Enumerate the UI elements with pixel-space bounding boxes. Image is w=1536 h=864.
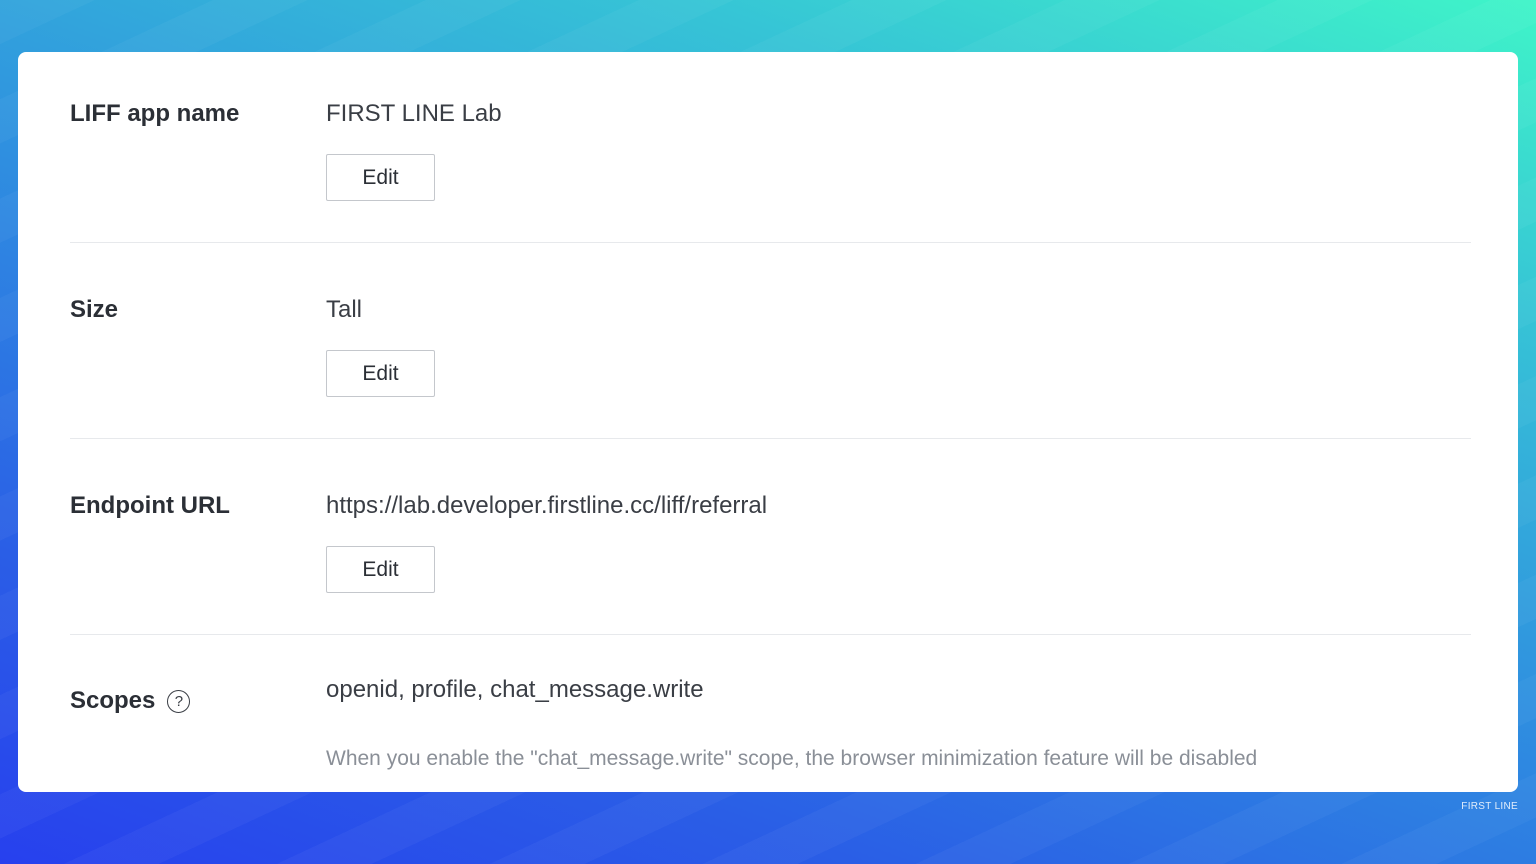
section-endpoint-url: Endpoint URL https://lab.developer.first… (70, 439, 1471, 635)
watermark: FIRST LINE (1461, 801, 1518, 812)
scopes-note: When you enable the "chat_message.write"… (326, 747, 1258, 770)
scopes-label-group: Scopes ? (70, 687, 191, 715)
edit-liff-app-name-button[interactable]: Edit (326, 154, 435, 201)
endpoint-url-label: Endpoint URL (70, 492, 230, 519)
help-icon[interactable]: ? (167, 689, 191, 713)
edit-size-button[interactable]: Edit (326, 350, 435, 397)
liff-app-name-value: FIRST LINE Lab (326, 100, 502, 127)
edit-endpoint-url-button[interactable]: Edit (326, 546, 435, 593)
liff-settings-card: LIFF app name FIRST LINE Lab Edit Size T… (18, 52, 1518, 792)
section-scopes: Scopes ? openid, profile, chat_message.w… (70, 635, 1471, 792)
section-size: Size Tall Edit (70, 243, 1471, 439)
section-liff-app-name: LIFF app name FIRST LINE Lab Edit (70, 52, 1471, 243)
size-value: Tall (326, 296, 363, 323)
scopes-value: openid, profile, chat_message.write (326, 676, 704, 703)
endpoint-url-value: https://lab.developer.firstline.cc/liff/… (326, 492, 768, 519)
liff-app-name-label: LIFF app name (70, 100, 240, 127)
scopes-label: Scopes (70, 687, 156, 714)
size-label: Size (70, 296, 119, 323)
